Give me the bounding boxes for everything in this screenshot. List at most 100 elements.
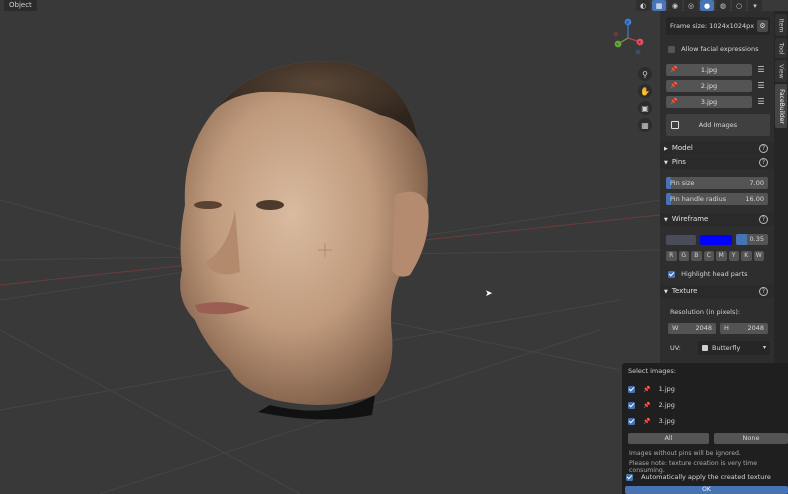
popup-image-item-1[interactable]: 📌 1.jpg	[628, 383, 788, 395]
image-name: 3.jpg	[700, 98, 718, 106]
pin-icon: 📌	[643, 402, 651, 409]
help-icon[interactable]: ?	[759, 144, 768, 153]
wireframe-color-presets: R G B C M Y K W	[666, 251, 764, 261]
image-button[interactable]: 📌 2.jpg	[666, 80, 752, 92]
wireframe-color-swatch-1[interactable]	[666, 235, 696, 245]
width-value: 2048	[695, 324, 712, 332]
zoom-icon[interactable]: ⚲	[638, 67, 652, 81]
expanded-triangle-icon: ▼	[664, 217, 668, 223]
model-section-header[interactable]: ▶ Model ?	[660, 142, 774, 155]
select-images-popup: Select images: 📌 1.jpg 📌 2.jpg 📌 3.jpg A…	[622, 363, 788, 494]
image-button[interactable]: 📌 1.jpg	[666, 64, 752, 76]
camera-icon[interactable]: ▣	[638, 101, 652, 115]
hamburger-menu-icon[interactable]: ☰	[756, 97, 766, 107]
auto-apply-row[interactable]: Automatically apply the created texture	[626, 471, 786, 483]
preset-g-button[interactable]: G	[678, 251, 689, 261]
allow-expressions-checkbox[interactable]	[668, 45, 675, 53]
image-row-1[interactable]: 📌 1.jpg ☰	[666, 64, 770, 76]
pin-icon: 📌	[643, 418, 651, 425]
image-button[interactable]: 📌 3.jpg	[666, 96, 752, 108]
preset-m-button[interactable]: M	[716, 251, 727, 261]
tab-tool[interactable]: Tool	[775, 38, 787, 58]
preset-w-button[interactable]: W	[753, 251, 764, 261]
frame-size-label: Frame size: 1024x1024px	[670, 22, 755, 30]
highlight-head-parts-row[interactable]: Highlight head parts	[666, 268, 770, 280]
preset-r-button[interactable]: R	[666, 251, 677, 261]
image-checkbox[interactable]	[628, 385, 635, 393]
image-checkbox[interactable]	[628, 401, 635, 409]
wireframe-section-header[interactable]: ▼ Wireframe ?	[660, 213, 774, 226]
uv-dropdown[interactable]: Butterfly ▾	[698, 341, 770, 355]
image-row-3[interactable]: 📌 3.jpg ☰	[666, 96, 770, 108]
add-images-button[interactable]: Add Images	[666, 114, 770, 136]
image-name: 1.jpg	[658, 385, 675, 393]
wireframe-shading-icon[interactable]: ◎	[684, 0, 698, 11]
popup-image-item-3[interactable]: 📌 3.jpg	[628, 415, 788, 427]
popup-title: Select images:	[628, 367, 676, 375]
texture-section-header[interactable]: ▼ Texture ?	[660, 285, 774, 298]
solid-shading-icon[interactable]: ●	[700, 0, 714, 11]
pin-icon: 📌	[670, 98, 678, 105]
hamburger-menu-icon[interactable]: ☰	[756, 65, 766, 75]
image-name: 2.jpg	[700, 82, 718, 90]
image-checkbox[interactable]	[628, 417, 635, 425]
highlight-head-parts-checkbox[interactable]	[668, 270, 675, 278]
tab-facebuilder[interactable]: FaceBuilder	[775, 84, 787, 128]
resolution-label: Resolution (in pixels):	[670, 308, 741, 316]
image-name: 1.jpg	[700, 66, 718, 74]
wireframe-opacity-slider[interactable]: 0.35	[736, 234, 768, 245]
view-icon[interactable]: ◐	[636, 0, 650, 11]
collapsed-triangle-icon: ▶	[664, 146, 668, 152]
select-all-button[interactable]: All	[628, 433, 709, 444]
popup-image-item-2[interactable]: 📌 2.jpg	[628, 399, 788, 411]
pin-size-value: 7.00	[749, 179, 764, 187]
pin-size-slider[interactable]: Pin size 7.00	[666, 177, 768, 189]
sidebar-tabs: Item Tool View FaceBuilder	[774, 11, 788, 363]
highlight-head-parts-label: Highlight head parts	[681, 270, 748, 278]
image-icon	[671, 121, 679, 129]
object-mode-dropdown[interactable]: Object	[4, 0, 37, 11]
wireframe-color-swatch-2[interactable]	[700, 235, 732, 245]
overlay-icon[interactable]: ▦	[652, 0, 666, 11]
dropdown-icon[interactable]: ▾	[748, 0, 762, 11]
navigation-gizmo[interactable]: X Z Y	[608, 16, 648, 56]
preset-y-button[interactable]: Y	[728, 251, 739, 261]
texture-height-field[interactable]: H 2048	[720, 323, 768, 334]
material-shading-icon[interactable]: ◍	[716, 0, 730, 11]
wireframe-label: Wireframe	[671, 215, 709, 223]
frame-settings-icon[interactable]: ⚙	[757, 20, 768, 32]
allow-expressions-row[interactable]: Allow facial expressions	[666, 43, 770, 55]
preset-k-button[interactable]: K	[741, 251, 752, 261]
help-icon[interactable]: ?	[759, 158, 768, 167]
grid-view-icon[interactable]: ▦	[638, 118, 652, 132]
pan-hand-icon[interactable]: ✋	[638, 84, 652, 98]
help-icon[interactable]: ?	[759, 215, 768, 224]
height-label: H	[724, 324, 729, 332]
ok-button[interactable]: OK	[625, 486, 788, 494]
hamburger-menu-icon[interactable]: ☰	[756, 81, 766, 91]
pins-section-header[interactable]: ▼ Pins ?	[660, 156, 774, 169]
preset-b-button[interactable]: B	[691, 251, 702, 261]
pin-handle-radius-slider[interactable]: Pin handle radius 16.00	[666, 193, 768, 205]
slider-fill	[736, 234, 748, 245]
head-model	[180, 61, 429, 420]
viewport-header-icons: ◐ ▦ ◉ ◎ ● ◍ ○ ▾	[636, 0, 762, 11]
pin-icon: 📌	[670, 66, 678, 73]
help-icon[interactable]: ?	[759, 287, 768, 296]
texture-label: Texture	[671, 287, 698, 295]
chevron-down-icon: ▾	[762, 344, 766, 351]
tab-view[interactable]: View	[775, 60, 787, 82]
texture-width-field[interactable]: W 2048	[668, 323, 716, 334]
pins-label: Pins	[671, 158, 686, 166]
tab-item[interactable]: Item	[775, 14, 787, 36]
preset-c-button[interactable]: C	[703, 251, 714, 261]
auto-apply-label: Automatically apply the created texture	[641, 473, 771, 481]
gizmo-icon[interactable]: ◉	[668, 0, 682, 11]
rendered-shading-icon[interactable]: ○	[732, 0, 746, 11]
allow-expressions-label: Allow facial expressions	[681, 45, 759, 53]
image-row-2[interactable]: 📌 2.jpg ☰	[666, 80, 770, 92]
auto-apply-checkbox[interactable]	[626, 473, 633, 481]
image-name: 2.jpg	[658, 401, 675, 409]
uv-row: UV: Butterfly ▾	[666, 341, 770, 355]
select-none-button[interactable]: None	[714, 433, 788, 444]
